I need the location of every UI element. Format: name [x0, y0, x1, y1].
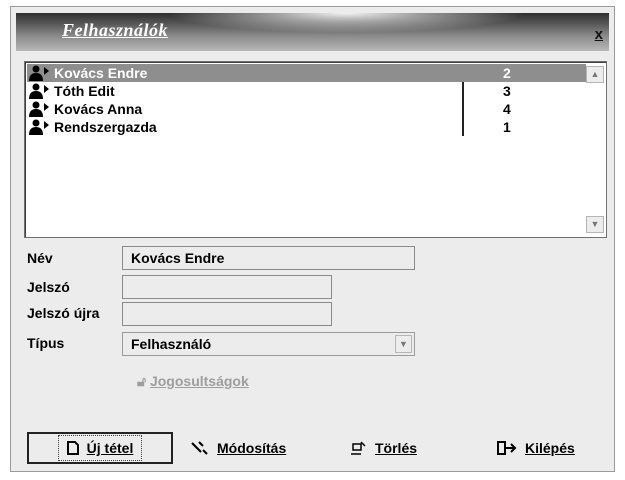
scroll-down-icon[interactable]: ▼ [586, 216, 604, 233]
user-icon [29, 65, 49, 81]
user-name: Kovács Endre [54, 65, 148, 81]
close-icon[interactable]: x [595, 26, 603, 43]
vertical-scrollbar[interactable]: ▲ ▼ [586, 64, 604, 235]
new-item-label: Új tétel [86, 440, 134, 456]
delete-button[interactable]: Törlés [349, 432, 417, 464]
user-name: Rendszergazda [54, 119, 157, 135]
name-label: Név [27, 250, 53, 266]
list-item[interactable]: Kovács Anna 4 [27, 100, 587, 118]
type-label: Típus [27, 335, 65, 351]
wrench-icon [191, 441, 208, 455]
title-glow [166, 13, 526, 33]
password-label: Jelszó [27, 279, 70, 295]
lock-icon: 🔓︎ [137, 373, 147, 389]
list-item[interactable]: Rendszergazda 1 [27, 118, 587, 136]
users-window: Felhasználók x Kovács Endre 2 Tóth Edit … [10, 6, 615, 472]
new-item-button[interactable]: Új tétel [27, 432, 173, 464]
type-select[interactable]: Felhasználó ▼ [122, 332, 415, 356]
password-field[interactable] [122, 275, 332, 299]
user-icon [29, 83, 49, 99]
delete-label: Törlés [375, 440, 418, 456]
modify-label: Módosítás [217, 440, 287, 456]
exit-button[interactable]: Kilépés [497, 432, 575, 464]
user-list[interactable]: Kovács Endre 2 Tóth Edit 3 Kovács Anna 4 [24, 61, 607, 238]
user-value: 4 [503, 101, 511, 117]
title-bar: Felhasználók x [16, 13, 609, 51]
list-item[interactable]: Kovács Endre 2 [27, 64, 587, 82]
password-again-label: Jelszó újra [27, 305, 100, 321]
name-field[interactable]: Kovács Endre [122, 246, 415, 270]
user-icon [29, 119, 49, 135]
user-value: 1 [503, 119, 511, 135]
permissions-label: Jogosultságok [149, 373, 249, 389]
user-name: Tóth Edit [54, 83, 115, 99]
chevron-down-icon[interactable]: ▼ [395, 335, 412, 353]
eraser-icon [351, 441, 366, 455]
user-icon [29, 101, 49, 117]
exit-icon [497, 441, 517, 455]
scroll-up-icon[interactable]: ▲ [586, 66, 604, 83]
permissions-button[interactable]: 🔓︎ Jogosultságok [137, 373, 249, 390]
modify-button[interactable]: Módosítás [189, 432, 286, 464]
list-item[interactable]: Tóth Edit 3 [27, 82, 587, 100]
user-value: 2 [503, 65, 511, 81]
document-icon [66, 441, 79, 455]
password-again-field[interactable] [122, 302, 332, 326]
exit-label: Kilépés [525, 440, 575, 456]
user-name: Kovács Anna [54, 101, 143, 117]
user-value: 3 [503, 83, 511, 99]
window-title: Felhasználók [62, 20, 169, 40]
type-value: Felhasználó [131, 336, 212, 352]
